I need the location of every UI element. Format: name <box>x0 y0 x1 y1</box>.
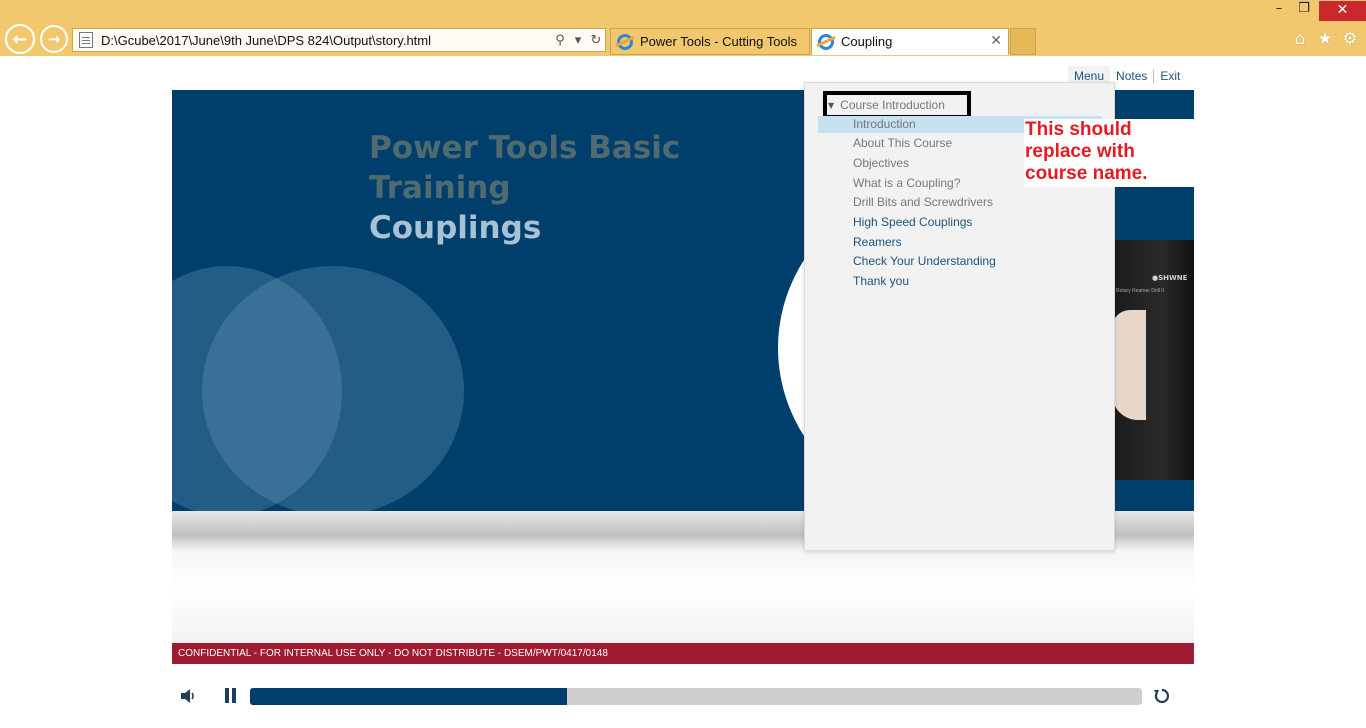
seek-bar-progress <box>250 688 567 705</box>
replay-icon[interactable] <box>1153 687 1171 705</box>
back-arrow-icon[interactable]: ← <box>5 24 35 54</box>
notes-link[interactable]: Notes <box>1110 69 1153 83</box>
star-icon[interactable]: ★ <box>1315 29 1335 49</box>
course-title: Couplings <box>369 210 542 246</box>
tool-caption: Rotary Reamer Drill II <box>1116 288 1165 294</box>
menu-item-check-understanding[interactable]: Check Your Understanding <box>853 253 996 269</box>
menu-item-drill-bits[interactable]: Drill Bits and Screwdrivers <box>853 194 993 210</box>
refresh-icon[interactable]: ↻ <box>587 33 605 48</box>
tab-power-tools[interactable]: Power Tools - Cutting Tools <box>610 28 810 55</box>
tab-coupling[interactable]: Coupling ✕ <box>811 28 1009 55</box>
ie-icon <box>818 33 834 50</box>
annotation-line: This should <box>1025 119 1132 140</box>
power-tool-image: ●SHWNE Rotary Reamer Drill II <box>1112 240 1194 480</box>
close-tab-icon[interactable]: ✕ <box>990 33 1002 49</box>
browser-chrome: ← → D:\Gcube\2017\June\9th June\DPS 824\… <box>0 0 1366 56</box>
confidential-banner: CONFIDENTIAL - FOR INTERNAL USE ONLY - D… <box>172 643 1194 664</box>
seek-bar[interactable] <box>250 688 1142 705</box>
title-line: Training <box>369 170 511 206</box>
forward-arrow-icon[interactable]: → <box>40 25 68 53</box>
annotation-line: course name. <box>1025 163 1148 184</box>
tab-label: Power Tools - Cutting Tools <box>640 34 798 49</box>
exit-link[interactable]: Exit <box>1154 69 1186 83</box>
minimize-icon[interactable]: – <box>1268 1 1290 16</box>
collapse-caret-icon[interactable]: ▼ <box>828 101 834 110</box>
home-icon[interactable]: ⌂ <box>1290 29 1310 49</box>
volume-icon[interactable] <box>180 688 198 704</box>
menu-section-label: Course Introduction <box>840 98 945 112</box>
title-line: Power Tools Basic <box>369 130 681 166</box>
slide-title: Power Tools Basic Training Couplings <box>369 128 680 248</box>
menu-item-objectives[interactable]: Objectives <box>853 155 909 171</box>
tool-brand: ●SHWNE <box>1152 274 1188 282</box>
menu-section-header[interactable]: ▼ Course Introduction <box>823 91 971 119</box>
new-tab-button[interactable] <box>1010 28 1036 55</box>
review-annotation: This should replace with course name. <box>1024 119 1194 187</box>
menu-item-reamers[interactable]: Reamers <box>853 234 902 250</box>
ie-icon <box>617 33 633 50</box>
dropdown-arrow-icon[interactable]: ▾ <box>569 33 587 48</box>
hand-image <box>1112 310 1146 420</box>
address-bar[interactable]: D:\Gcube\2017\June\9th June\DPS 824\Outp… <box>72 28 606 52</box>
restore-icon[interactable]: ❐ <box>1293 1 1315 16</box>
menu-item-about-this-course[interactable]: About This Course <box>853 135 952 151</box>
window-close-icon[interactable]: ✕ <box>1319 1 1366 21</box>
playback-controls <box>172 680 1194 712</box>
menu-item-high-speed-couplings[interactable]: High Speed Couplings <box>853 214 972 230</box>
pause-icon[interactable] <box>223 688 239 704</box>
menu-item-thank-you[interactable]: Thank you <box>853 273 909 289</box>
page-icon <box>79 32 93 48</box>
address-url[interactable]: D:\Gcube\2017\June\9th June\DPS 824\Outp… <box>101 33 551 48</box>
annotation-line: replace with <box>1025 141 1135 162</box>
search-icon[interactable]: ⚲ <box>551 33 569 48</box>
menu-item-what-is-a-coupling[interactable]: What is a Coupling? <box>853 175 960 191</box>
gear-icon[interactable]: ⚙ <box>1340 29 1360 49</box>
tab-label: Coupling <box>841 34 893 49</box>
